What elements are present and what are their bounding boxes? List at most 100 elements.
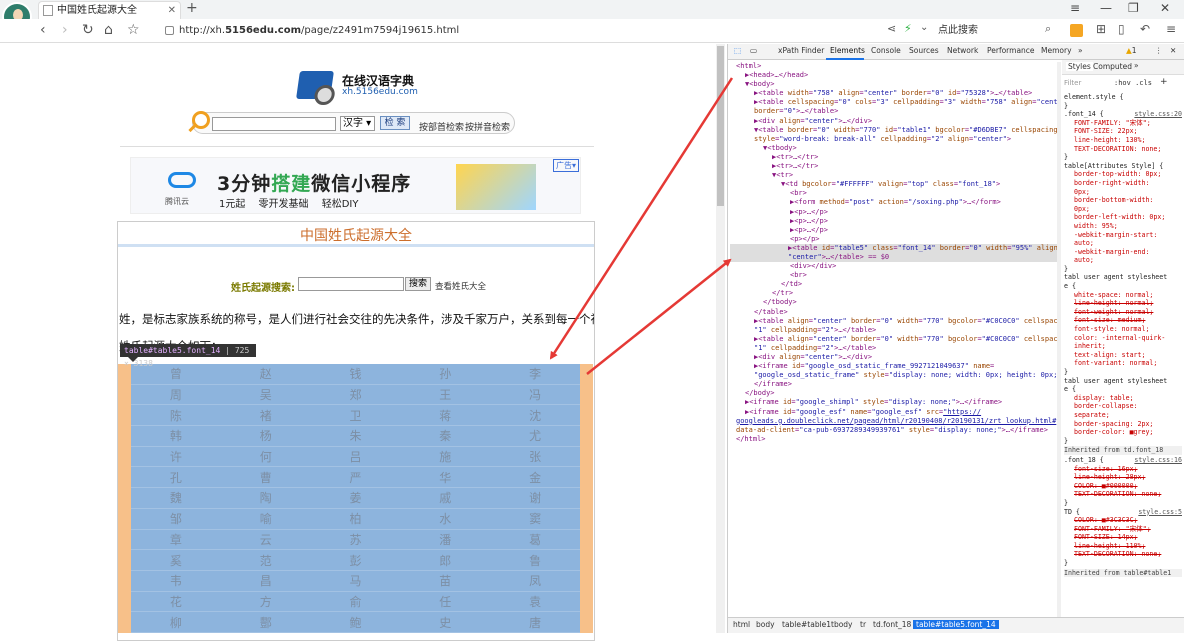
radical-search-link[interactable]: 按部首检索 <box>419 120 464 133</box>
surname-cell[interactable]: 陈 <box>131 405 221 427</box>
styles-tab[interactable]: Styles <box>1066 62 1093 71</box>
surname-cell[interactable]: 尤 <box>490 426 580 447</box>
dom-node[interactable]: </table> <box>730 308 1060 317</box>
surname-cell[interactable]: 奚 <box>131 550 221 571</box>
more-styles-tabs-icon[interactable]: » <box>1134 61 1139 70</box>
dom-node[interactable]: ▶<table align="center" border="0" width=… <box>730 317 1060 326</box>
style-property[interactable]: line-height: 28px; <box>1064 473 1182 482</box>
dom-node[interactable]: ▼<table border="0" width="770" id="table… <box>730 126 1060 135</box>
surname-cell[interactable]: 曹 <box>220 467 311 489</box>
style-property[interactable]: white-space: normal; <box>1064 291 1182 300</box>
url-field[interactable]: http://xh.5156edu.com/page/z2491m7594j19… <box>165 23 875 39</box>
device-toolbar-icon[interactable]: ▭ <box>750 46 757 55</box>
surname-search-button[interactable]: 搜索 <box>405 277 431 291</box>
surname-cell[interactable]: 蒋 <box>400 405 491 427</box>
style-property[interactable]: auto; <box>1064 256 1182 265</box>
dom-node[interactable]: ▼<body> <box>730 80 1060 89</box>
surname-cell[interactable]: 王 <box>400 385 491 406</box>
surname-cell[interactable]: 云 <box>220 530 311 551</box>
style-property[interactable]: FONT-SIZE: 22px; <box>1064 127 1182 136</box>
surname-cell[interactable]: 沈 <box>490 405 580 427</box>
dom-node[interactable]: ▶<div align="center">…</div> <box>730 117 1060 126</box>
dom-node[interactable]: </html> <box>730 435 1060 444</box>
dom-node[interactable]: ▶<p>…</p> <box>730 217 1060 226</box>
dom-node[interactable]: ▼<tbody> <box>730 144 1060 153</box>
dom-node[interactable]: <br> <box>730 271 1060 280</box>
surname-cell[interactable]: 柳 <box>131 612 221 633</box>
surname-cell[interactable]: 褚 <box>220 405 311 427</box>
surname-cell[interactable]: 郎 <box>400 550 491 571</box>
surname-cell[interactable]: 吴 <box>220 385 311 406</box>
style-property[interactable]: line-height: normal; <box>1064 299 1182 308</box>
style-property[interactable]: TEXT-DECORATION: none; <box>1064 490 1182 499</box>
styles-filter-input[interactable]: Filter <box>1064 79 1081 87</box>
browser-tab[interactable]: 中国姓氏起源大全 ✕ <box>38 1 181 19</box>
inspect-element-icon[interactable]: ⬚ <box>734 46 741 55</box>
surname-cell[interactable]: 鲁 <box>490 550 580 571</box>
dom-node[interactable]: ▶<iframe id="google_shimpl" style="displ… <box>730 398 1060 407</box>
reader-icon[interactable]: ▯ <box>1118 22 1125 36</box>
lightning-icon[interactable]: ⚡ <box>904 22 912 35</box>
apps-icon[interactable]: ⊞ <box>1096 22 1106 36</box>
style-property[interactable]: border-collapse: <box>1064 402 1182 411</box>
surname-cell[interactable]: 施 <box>400 447 491 468</box>
dom-node[interactable]: ▼<td bgcolor="#FFFFFF" valign="top" clas… <box>730 180 1060 189</box>
dictionary-search-button[interactable]: 检 索 <box>380 116 410 130</box>
style-rule-selector[interactable]: TD {style.css:5 <box>1064 508 1182 517</box>
surname-cell[interactable]: 赵 <box>220 364 311 385</box>
style-rule-selector[interactable]: .font_14 {style.css:20 <box>1064 110 1182 119</box>
dictionary-type-select[interactable]: 汉字 ▾ <box>340 116 375 131</box>
dom-node[interactable]: </iframe> <box>730 380 1060 389</box>
dom-node[interactable]: ▶<tr>…</tr> <box>730 162 1060 171</box>
breadcrumb-tr[interactable]: tr <box>860 620 866 629</box>
surname-cell[interactable]: 卫 <box>310 405 401 427</box>
surname-cell[interactable]: 方 <box>220 592 311 613</box>
breadcrumb-tbody[interactable]: tbody <box>831 620 853 629</box>
surname-cell[interactable]: 昌 <box>220 571 311 592</box>
style-property[interactable]: TEXT-DECORATION: none; <box>1064 550 1182 559</box>
dom-node[interactable]: <p></p> <box>730 235 1060 244</box>
warning-icon[interactable]: ▲1 <box>1126 46 1137 55</box>
surname-cell[interactable]: 苗 <box>400 571 491 592</box>
dom-node[interactable]: data-ad-client="ca-pub-6937289349939761"… <box>730 426 1060 435</box>
style-rule-selector[interactable]: e { <box>1064 282 1182 291</box>
ad-banner[interactable]: 腾讯云 3分钟搭建微信小程序 1元起 零开发基础 轻松DIY 广告▾ <box>130 157 581 214</box>
dom-node[interactable]: "1" cellpadding="2">…</table> <box>730 326 1060 335</box>
back-icon[interactable]: ‹ <box>40 22 46 38</box>
dom-node[interactable]: </tr> <box>730 289 1060 298</box>
surname-cell[interactable]: 鲍 <box>310 612 401 633</box>
surname-cell[interactable]: 何 <box>220 447 311 468</box>
reload-icon[interactable]: ↻ <box>82 22 94 38</box>
style-property[interactable]: border-bottom-width: <box>1064 196 1182 205</box>
page-info-icon[interactable] <box>165 26 174 35</box>
breadcrumb-table5[interactable]: table#table5.font_14 <box>913 620 999 629</box>
devtools-tab-sources[interactable]: Sources <box>909 46 939 55</box>
style-rule-selector[interactable]: e { <box>1064 385 1182 394</box>
new-style-rule-icon[interactable]: + <box>1160 77 1168 87</box>
surname-cell[interactable]: 朱 <box>310 426 401 447</box>
dom-node-selected[interactable]: ▶<table id="table5" class="font_14" bord… <box>730 243 1060 253</box>
devtools-tab-xpath[interactable]: xPath Finder <box>778 46 824 55</box>
dom-node[interactable]: ▶<table align="center" border="0" width=… <box>730 335 1060 344</box>
devtools-tab-performance[interactable]: Performance <box>987 46 1035 55</box>
surname-cell[interactable]: 许 <box>131 447 221 468</box>
dom-node[interactable]: ▶<table width="758" align="center" borde… <box>730 89 1060 98</box>
dom-node[interactable]: ▶<tr>…</tr> <box>730 153 1060 162</box>
surname-cell[interactable]: 彭 <box>310 550 401 571</box>
surname-cell[interactable]: 钱 <box>310 364 401 385</box>
style-rule-selector[interactable]: .font_18 {style.css:16 <box>1064 456 1182 465</box>
style-property[interactable]: separate; <box>1064 411 1182 420</box>
dom-node[interactable]: ▶<iframe id="google_esf" name="google_es… <box>730 408 1060 417</box>
style-property[interactable]: inherit; <box>1064 342 1182 351</box>
style-property[interactable]: TEXT-DECORATION: none; <box>1064 145 1182 154</box>
dom-tree[interactable]: <html> ▶<head>…</head> ▼<body> ▶<table widt… <box>730 62 1060 617</box>
surname-cell[interactable]: 华 <box>400 467 491 489</box>
style-property[interactable]: line-height: 110%; <box>1064 542 1182 551</box>
style-rule-selector[interactable]: } <box>1064 102 1182 111</box>
page-scrollbar-thumb[interactable] <box>717 46 724 206</box>
dom-node[interactable]: <html> <box>730 62 1060 71</box>
menu-icon[interactable]: ≡ <box>1166 22 1176 36</box>
more-tabs-icon[interactable]: » <box>1078 46 1083 55</box>
dom-node[interactable]: </tbody> <box>730 298 1060 307</box>
breadcrumb-td[interactable]: td.font_18 <box>873 620 911 629</box>
